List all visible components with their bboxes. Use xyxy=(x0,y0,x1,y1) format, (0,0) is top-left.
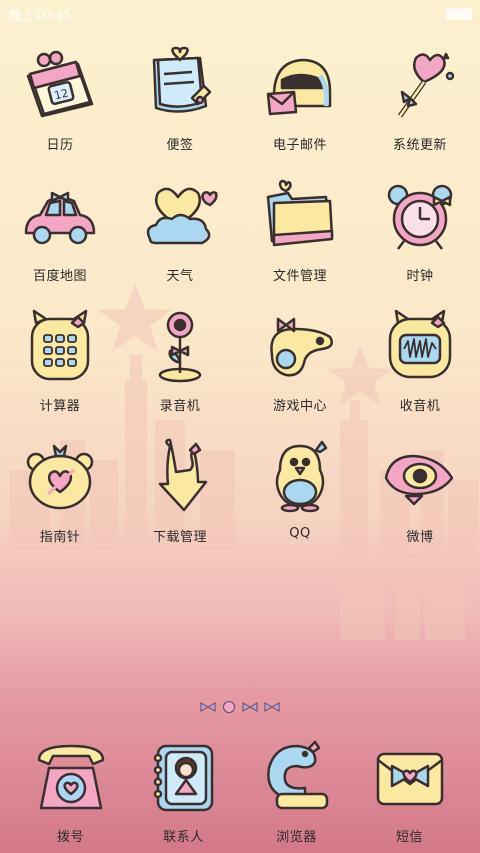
app-recorder[interactable]: 录音机 xyxy=(120,303,240,434)
app-label: 时钟 xyxy=(406,268,434,284)
dock-browser[interactable]: 浏览器 xyxy=(240,738,353,853)
app-qq[interactable]: QQ xyxy=(240,434,360,565)
compass-icon xyxy=(26,444,94,510)
dock-contacts[interactable]: 联系人 xyxy=(127,738,240,853)
cloud-heart-icon xyxy=(146,187,218,244)
app-baidu-map[interactable]: 百度地图 xyxy=(0,173,120,304)
status-time: 晚上10:45 xyxy=(8,8,72,24)
dock-phone[interactable]: 拨号 xyxy=(14,738,127,853)
envelope-icon xyxy=(376,752,443,806)
app-label: 微博 xyxy=(406,529,434,545)
app-label: 天气 xyxy=(166,268,194,284)
app-label: 电子邮件 xyxy=(272,138,327,153)
app-weibo[interactable]: 微博 xyxy=(360,434,480,565)
bow-dot-icon xyxy=(264,702,280,712)
app-label: 下载管理 xyxy=(152,529,207,545)
app-calendar[interactable]: 12 日历 xyxy=(0,42,120,173)
app-label: QQ xyxy=(289,525,311,541)
app-label: 计算器 xyxy=(39,399,81,415)
app-system-update[interactable]: 系统更新 xyxy=(360,42,480,173)
notes-icon xyxy=(152,46,212,113)
dock: 拨号 联系人 浏览器 短信 xyxy=(0,738,480,853)
alarm-clock-icon xyxy=(387,184,453,250)
app-label: 浏览器 xyxy=(276,830,317,845)
eye-icon xyxy=(384,454,454,506)
app-compass[interactable]: 指南针 xyxy=(0,434,120,565)
bow-dot-icon xyxy=(242,702,258,712)
page-indicator[interactable] xyxy=(0,698,480,716)
app-label: 系统更新 xyxy=(392,138,447,153)
calendar-icon: 12 xyxy=(26,50,94,118)
app-label: 短信 xyxy=(395,830,423,845)
car-icon xyxy=(24,191,96,244)
bow-dot-icon xyxy=(200,702,216,712)
app-label: 日历 xyxy=(46,138,74,153)
app-weather[interactable]: 天气 xyxy=(120,173,240,304)
app-label: 便签 xyxy=(166,138,194,153)
email-icon xyxy=(266,58,332,116)
folder-icon xyxy=(266,179,334,246)
app-calculator[interactable]: 计算器 xyxy=(0,303,120,434)
download-arrow-icon xyxy=(158,438,208,512)
app-grid: 12 日历 便签 电子邮件 系统更新 百度地图 天气 文件管理 时钟 计算器 录… xyxy=(0,42,480,564)
app-notes[interactable]: 便签 xyxy=(120,42,240,173)
dock-messages[interactable]: 短信 xyxy=(353,738,466,853)
browser-icon xyxy=(266,740,328,810)
app-label: 游戏中心 xyxy=(272,399,327,415)
app-download-manager[interactable]: 下载管理 xyxy=(120,434,240,565)
app-file-manager[interactable]: 文件管理 xyxy=(240,173,360,304)
app-email[interactable]: 电子邮件 xyxy=(240,42,360,173)
radio-icon xyxy=(388,309,452,379)
app-label: 文件管理 xyxy=(272,268,327,284)
app-label: 拨号 xyxy=(56,830,84,845)
app-label: 联系人 xyxy=(163,830,204,845)
status-bar: 晚上10:45 xyxy=(0,0,480,28)
app-label: 收音机 xyxy=(399,399,441,415)
active-page-dot-icon xyxy=(223,701,235,713)
lollipop-icon xyxy=(397,52,455,118)
contacts-book-icon xyxy=(153,744,213,812)
flower-mic-icon xyxy=(158,311,202,383)
app-game-center[interactable]: 游戏中心 xyxy=(240,303,360,434)
app-label: 录音机 xyxy=(159,399,201,415)
penguin-icon xyxy=(275,440,328,513)
calculator-icon xyxy=(30,309,90,381)
app-clock[interactable]: 时钟 xyxy=(360,173,480,304)
app-radio[interactable]: 收音机 xyxy=(360,303,480,434)
app-label: 百度地图 xyxy=(32,268,87,284)
battery-icon xyxy=(446,8,472,20)
phone-icon xyxy=(37,744,104,810)
app-label: 指南针 xyxy=(39,529,81,545)
gamepad-icon xyxy=(270,317,333,377)
